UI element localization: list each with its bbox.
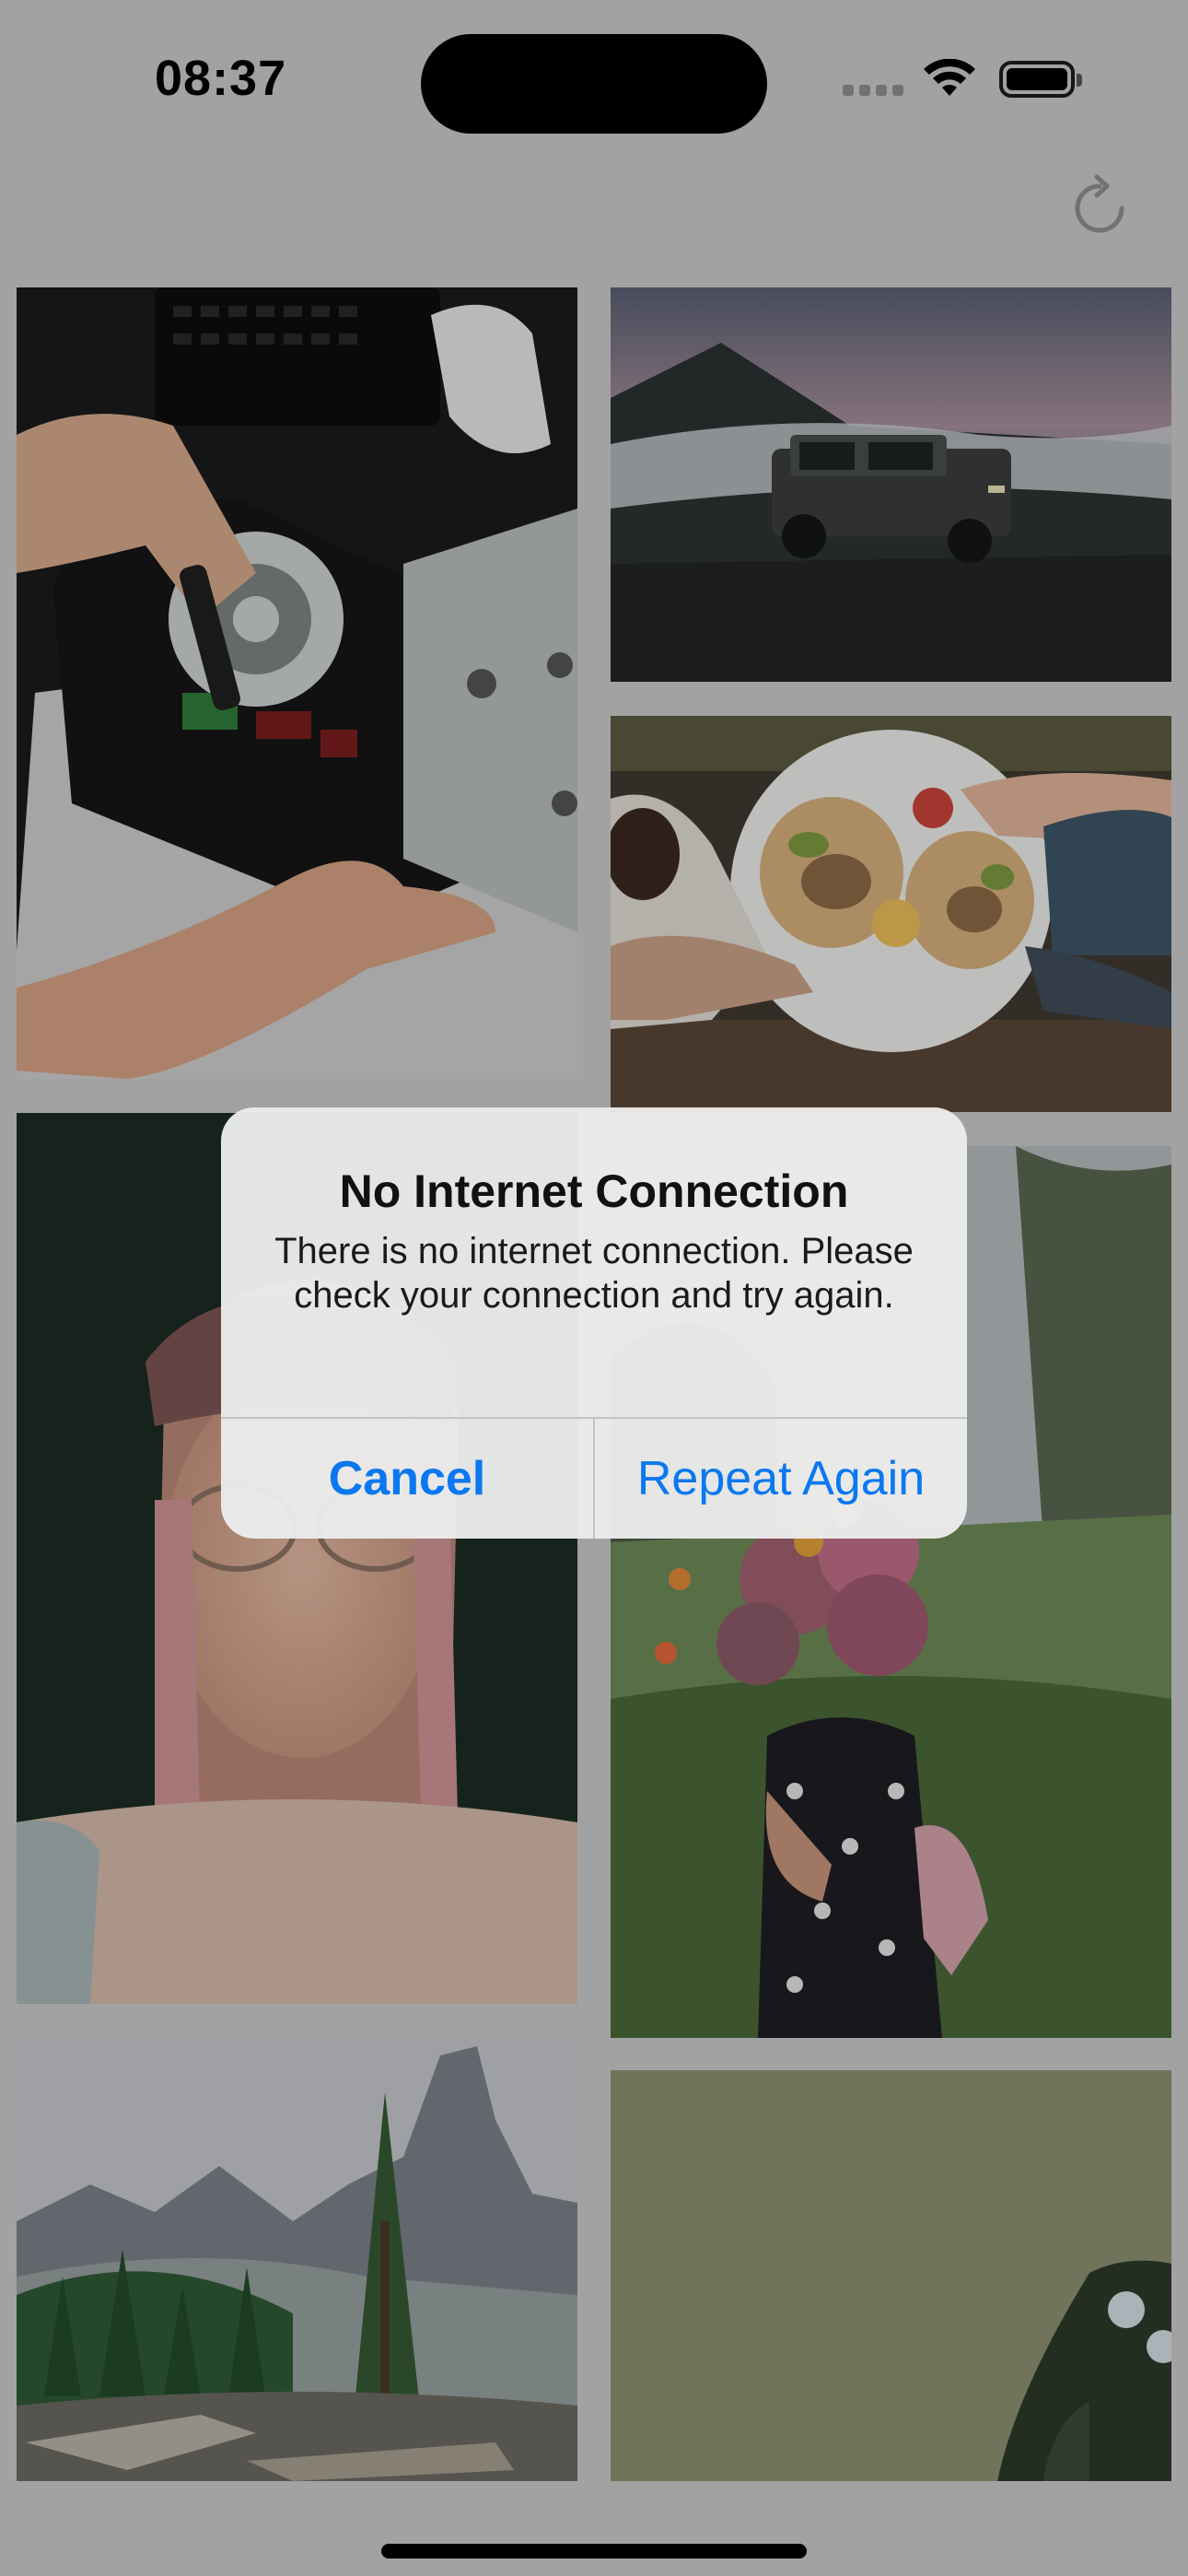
cancel-button[interactable]: Cancel — [221, 1419, 593, 1539]
repeat-again-button[interactable]: Repeat Again — [595, 1419, 967, 1539]
home-indicator[interactable] — [381, 2544, 807, 2558]
no-internet-alert: No Internet Connection There is no inter… — [221, 1107, 967, 1539]
alert-message: There is no internet connection. Please … — [274, 1231, 914, 1316]
alert-title: No Internet Connection — [339, 1165, 849, 1217]
